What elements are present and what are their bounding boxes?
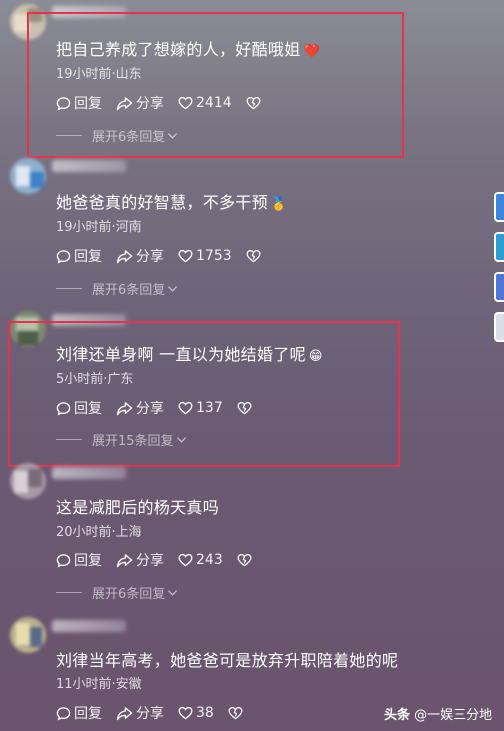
reply-button[interactable]: 回复 [56,246,102,266]
divider [56,288,82,289]
reply-label: 回复 [74,553,102,569]
comment-meta: 20小时前·上海 [56,525,142,540]
chevron-down-icon [168,589,178,596]
like-button[interactable]: 243 [178,552,223,568]
share-label: 分享 [136,706,164,722]
like-icon [178,553,193,567]
expand-replies-label: 展开6条回复 [92,587,166,602]
share-button[interactable]: 分享 [116,550,164,570]
comment-actions: 回复 分享 38 [56,703,260,723]
like-button[interactable]: 1753 [178,248,232,264]
share-button[interactable]: 分享 [116,703,164,723]
highlight-box [8,321,400,467]
dislike-icon [237,553,252,567]
avatar[interactable] [10,158,46,194]
dislike-button[interactable] [246,249,264,263]
share-button[interactable]: 分享 [116,246,164,266]
comment-actions: 回复 分享 1753 [56,246,278,266]
watermark-brand: 头条 [384,708,411,723]
reply-button[interactable]: 回复 [56,550,102,570]
like-button[interactable]: 38 [178,705,214,721]
chevron-down-icon [168,285,178,292]
avatar[interactable] [10,463,46,499]
expand-replies-button[interactable]: 展开6条回复 [56,583,178,602]
expand-replies-label: 展开6条回复 [92,283,166,298]
username[interactable] [52,467,126,479]
app-icon[interactable] [494,232,504,262]
medal-emoji-icon: 🥇 [270,197,288,212]
share-icon [116,553,133,567]
like-count: 1753 [196,248,232,264]
comment-meta: 19小时前·河南 [56,220,142,235]
watermark: 头条 @一娱三分地 [384,704,492,723]
reply-icon [56,249,71,263]
app-icon[interactable] [494,312,504,342]
like-icon [178,706,193,720]
watermark-author: @一娱三分地 [414,708,493,723]
dislike-icon [246,249,261,263]
highlight-box [27,12,404,158]
app-icon[interactable] [494,192,504,222]
like-count: 38 [196,705,214,721]
app-icon[interactable] [494,272,504,302]
expand-replies-button[interactable]: 展开6条回复 [56,279,178,298]
avatar[interactable] [10,617,46,653]
divider [56,592,82,593]
comment-actions: 回复 分享 243 [56,550,269,570]
side-app-icons [494,192,504,352]
like-count: 243 [196,552,223,568]
comment-text: 这是减肥后的杨天真吗 [56,498,220,517]
share-label: 分享 [136,553,164,569]
dislike-button[interactable] [228,706,246,720]
reply-label: 回复 [74,706,102,722]
share-label: 分享 [136,249,164,265]
comment-text: 她爸爸真的好智慧，不多干预 🥇 [56,193,288,212]
like-icon [178,249,193,263]
dislike-button[interactable] [237,553,255,567]
comment-text: 刘律当年高考，她爸爸可是放弃升职陪着她的呢 [56,651,399,670]
share-icon [116,706,133,720]
reply-label: 回复 [74,249,102,265]
reply-icon [56,706,71,720]
dislike-icon [228,706,243,720]
comment-meta: 11小时前·安徽 [56,677,142,692]
share-icon [116,249,133,263]
reply-icon [56,553,71,567]
reply-button[interactable]: 回复 [56,703,102,723]
username[interactable] [52,620,126,632]
username[interactable] [52,160,126,172]
